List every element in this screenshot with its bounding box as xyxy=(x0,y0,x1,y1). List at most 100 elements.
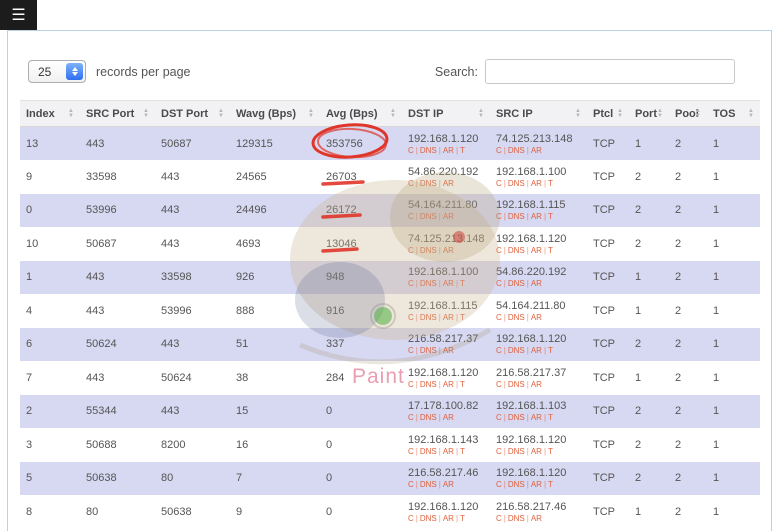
ip-tag-link[interactable]: AR xyxy=(531,480,542,489)
ip-tag-link[interactable]: C xyxy=(496,279,502,288)
ip-tag-link[interactable]: C xyxy=(496,246,502,255)
ip-tag-link[interactable]: AR xyxy=(531,212,542,221)
ip-tag-link[interactable]: C xyxy=(496,313,502,322)
table-row[interactable]: 1344350687129315353756192.168.1.120C|DNS… xyxy=(20,127,760,161)
ip-tag-link[interactable]: DNS xyxy=(420,480,437,489)
table-row[interactable]: 65062444351337216.58.217.37C|DNS|AR192.1… xyxy=(20,328,760,362)
ip-tag-link[interactable]: T xyxy=(460,514,465,523)
column-header-src_ip[interactable]: SRC IP xyxy=(490,101,587,127)
ip-tag-link[interactable]: DNS xyxy=(508,179,525,188)
ip-tag-link[interactable]: DNS xyxy=(508,146,525,155)
table-row[interactable]: 5506388070216.58.217.46C|DNS|AR192.168.1… xyxy=(20,462,760,496)
ip-tag-link[interactable]: AR xyxy=(443,179,454,188)
table-row[interactable]: 25534444315017.178.100.82C|DNS|AR192.168… xyxy=(20,395,760,429)
ip-tag-link[interactable]: AR xyxy=(443,313,454,322)
ip-tag-link[interactable]: DNS xyxy=(508,313,525,322)
ip-tag-link[interactable]: DNS xyxy=(508,480,525,489)
ip-tag-link[interactable]: C xyxy=(496,413,502,422)
ip-tag-link[interactable]: C xyxy=(408,212,414,221)
ip-tag-link[interactable]: AR xyxy=(443,447,454,456)
ip-tag-link[interactable]: C xyxy=(496,212,502,221)
ip-tag-link[interactable]: DNS xyxy=(420,212,437,221)
ip-tag-link[interactable]: T xyxy=(548,212,553,221)
ip-tag-link[interactable]: C xyxy=(408,346,414,355)
ip-tag-link[interactable]: C xyxy=(496,447,502,456)
table-row[interactable]: 105068744346931304674.125.213.148C|DNS|A… xyxy=(20,227,760,261)
ip-tag-link[interactable]: AR xyxy=(443,146,454,155)
column-header-tos[interactable]: TOS xyxy=(707,101,760,127)
ip-tag-link[interactable]: T xyxy=(460,313,465,322)
ip-tag-link[interactable]: C xyxy=(408,447,414,456)
column-header-index[interactable]: Index xyxy=(20,101,80,127)
ip-tag-link[interactable]: AR xyxy=(531,413,542,422)
ip-tag-link[interactable]: T xyxy=(548,179,553,188)
ip-tag-link[interactable]: AR xyxy=(443,380,454,389)
ip-tag-link[interactable]: T xyxy=(548,346,553,355)
table-row[interactable]: 74435062438284192.168.1.120C|DNS|AR|T216… xyxy=(20,361,760,395)
ip-tag-link[interactable]: DNS xyxy=(420,246,437,255)
column-header-wavg[interactable]: Wavg (Bps) xyxy=(230,101,320,127)
ip-tag-link[interactable]: AR xyxy=(443,346,454,355)
ip-tag-link[interactable]: DNS xyxy=(508,279,525,288)
column-header-avg[interactable]: Avg (Bps) xyxy=(320,101,402,127)
records-per-page-select[interactable]: 25 xyxy=(28,60,86,83)
ip-tag-link[interactable]: C xyxy=(496,514,502,523)
ip-tag-link[interactable]: C xyxy=(408,179,414,188)
table-row[interactable]: 444353996888916192.168.1.115C|DNS|AR|T54… xyxy=(20,294,760,328)
ip-tag-link[interactable]: C xyxy=(496,179,502,188)
ip-tag-link[interactable]: AR xyxy=(443,246,454,255)
ip-tag-link[interactable]: AR xyxy=(531,313,542,322)
ip-tag-link[interactable]: AR xyxy=(531,279,542,288)
column-header-dst_port[interactable]: DST Port xyxy=(155,101,230,127)
ip-tag-link[interactable]: C xyxy=(408,146,414,155)
ip-tag-link[interactable]: DNS xyxy=(508,413,525,422)
ip-tag-link[interactable]: C xyxy=(496,146,502,155)
ip-tag-link[interactable]: C xyxy=(408,413,414,422)
menu-button[interactable]: ☰ xyxy=(0,0,37,30)
ip-tag-link[interactable]: AR xyxy=(443,413,454,422)
ip-tag-link[interactable]: AR xyxy=(443,514,454,523)
ip-tag-link[interactable]: DNS xyxy=(420,514,437,523)
ip-tag-link[interactable]: C xyxy=(408,279,414,288)
ip-tag-link[interactable]: C xyxy=(496,380,502,389)
table-row[interactable]: 933598443245652670354.86.220.192C|DNS|AR… xyxy=(20,160,760,194)
ip-tag-link[interactable]: DNS xyxy=(420,380,437,389)
ip-tag-link[interactable]: DNS xyxy=(420,413,437,422)
column-header-ptcl[interactable]: Ptcl xyxy=(587,101,629,127)
ip-tag-link[interactable]: T xyxy=(548,246,553,255)
column-header-dst_ip[interactable]: DST IP xyxy=(402,101,490,127)
ip-tag-link[interactable]: AR xyxy=(443,212,454,221)
ip-tag-link[interactable]: T xyxy=(460,146,465,155)
ip-tag-link[interactable]: AR xyxy=(443,279,454,288)
column-header-port[interactable]: Port xyxy=(629,101,669,127)
ip-tag-link[interactable]: C xyxy=(408,480,414,489)
ip-tag-link[interactable]: DNS xyxy=(508,246,525,255)
ip-tag-link[interactable]: AR xyxy=(531,179,542,188)
table-row[interactable]: 8805063890192.168.1.120C|DNS|AR|T216.58.… xyxy=(20,495,760,529)
ip-tag-link[interactable]: C xyxy=(408,380,414,389)
ip-tag-link[interactable]: T xyxy=(460,447,465,456)
ip-tag-link[interactable]: AR xyxy=(443,480,454,489)
ip-tag-link[interactable]: DNS xyxy=(420,346,437,355)
ip-tag-link[interactable]: T xyxy=(460,279,465,288)
ip-tag-link[interactable]: T xyxy=(460,380,465,389)
column-header-src_port[interactable]: SRC Port xyxy=(80,101,155,127)
ip-tag-link[interactable]: C xyxy=(496,480,502,489)
ip-tag-link[interactable]: AR xyxy=(531,380,542,389)
ip-tag-link[interactable]: DNS xyxy=(420,447,437,456)
ip-tag-link[interactable]: DNS xyxy=(508,212,525,221)
column-header-pool[interactable]: Pool xyxy=(669,101,707,127)
search-input[interactable] xyxy=(485,59,735,84)
ip-tag-link[interactable]: C xyxy=(408,246,414,255)
ip-tag-link[interactable]: AR xyxy=(531,346,542,355)
ip-tag-link[interactable]: AR xyxy=(531,246,542,255)
ip-tag-link[interactable]: T xyxy=(548,480,553,489)
table-row[interactable]: 3506888200160192.168.1.143C|DNS|AR|T192.… xyxy=(20,428,760,462)
ip-tag-link[interactable]: DNS xyxy=(508,346,525,355)
table-row[interactable]: 144333598926948192.168.1.100C|DNS|AR|T54… xyxy=(20,261,760,295)
ip-tag-link[interactable]: C xyxy=(408,514,414,523)
ip-tag-link[interactable]: DNS xyxy=(420,146,437,155)
ip-tag-link[interactable]: AR xyxy=(531,514,542,523)
ip-tag-link[interactable]: T xyxy=(548,413,553,422)
ip-tag-link[interactable]: C xyxy=(496,346,502,355)
